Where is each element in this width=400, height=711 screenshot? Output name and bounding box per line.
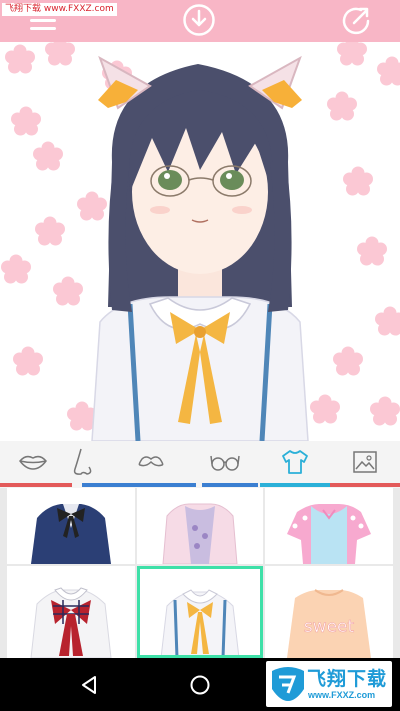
clothing-option-pink-blazer[interactable] [137, 488, 263, 564]
download-icon[interactable] [182, 3, 216, 37]
sweater-text: sweet [304, 617, 355, 637]
clothing-option-plaid-bow-shirt[interactable] [7, 566, 135, 658]
tab-clothes[interactable] [262, 441, 328, 483]
home-icon[interactable] [189, 674, 211, 696]
plaid-bow-shirt-thumbnail [30, 587, 112, 658]
yellow-bow-suspenders-thumbnail [160, 589, 240, 658]
mustache-icon [138, 456, 164, 467]
tab-background[interactable] [332, 441, 398, 483]
tab-nose[interactable] [50, 441, 116, 483]
fxxz-logo-icon [272, 667, 304, 701]
anime-girl-avatar [1, 42, 400, 441]
nose-icon [73, 448, 92, 475]
tab-underline-clothes [260, 483, 330, 487]
category-tabs [0, 441, 400, 488]
clothing-option-sweet-sweater[interactable]: sweet [265, 566, 393, 658]
back-icon[interactable] [78, 674, 100, 696]
share-icon[interactable] [339, 4, 373, 38]
navy-jacket-thumbnail [31, 504, 111, 564]
pink-blazer-thumbnail [162, 503, 238, 564]
tab-underline-nose-mustache [82, 483, 196, 487]
image-icon [353, 451, 377, 473]
clothing-grid: sweet [0, 488, 400, 658]
watermark-top: 飞翔下载 www.FXXZ.com [2, 3, 117, 16]
pink-polka-blouse-thumbnail [287, 504, 371, 564]
clothing-option-pink-polka-blouse[interactable] [265, 488, 393, 564]
shirt-icon [282, 450, 308, 474]
watermark-cn: 飞翔下载 [307, 668, 388, 690]
tab-underline-glasses [202, 483, 258, 487]
tab-mustache[interactable] [118, 441, 184, 483]
glasses-icon [210, 455, 240, 471]
lips-icon [19, 455, 47, 470]
tab-underline-background [330, 483, 400, 487]
clothing-option-yellow-bow-suspenders[interactable] [137, 566, 263, 658]
clothing-option-navy-jacket[interactable] [7, 488, 135, 564]
tab-underline-lips [0, 483, 72, 487]
watermark-url: www.FXXZ.com [308, 690, 376, 700]
tab-glasses[interactable] [192, 441, 258, 483]
sweet-sweater-thumbnail: sweet [287, 589, 371, 658]
avatar-preview [0, 42, 400, 441]
